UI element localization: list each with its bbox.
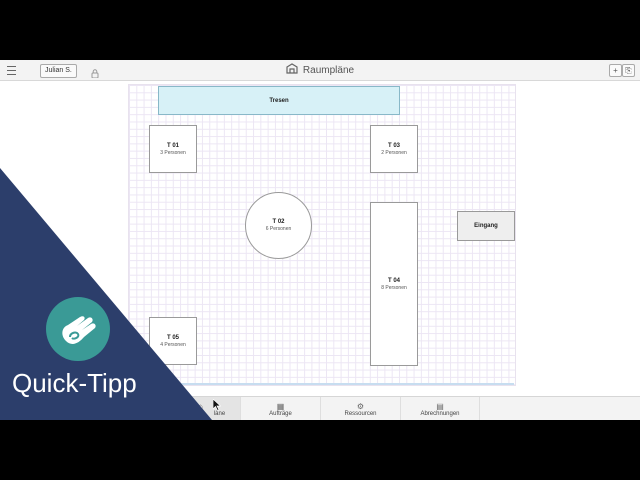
table-t04[interactable]: T 04 8 Personen [370, 202, 418, 366]
table-capacity: 6 Personen [265, 226, 292, 232]
table-capacity: 4 Personen [160, 341, 186, 348]
table-t05[interactable]: T 05 4 Personen [149, 317, 197, 365]
tab-raumplaene[interactable]: ⌂ läne [160, 397, 240, 420]
tab-label: Ressourcen [344, 410, 377, 417]
table-id: T 02 [272, 219, 285, 225]
tab-auftraege[interactable]: ▦ Aufträge [240, 397, 320, 420]
table-id: T 04 [387, 277, 400, 284]
tab-ressourcen[interactable]: ⚙ Ressourcen [320, 397, 400, 420]
tab-label: Abrechnungen [420, 410, 460, 417]
brand-logo-icon [46, 297, 110, 361]
tab-abrechnungen[interactable]: ▤ Abrechnungen [400, 397, 480, 420]
table-id: T 05 [166, 334, 179, 341]
bottom-tab-bar: ⌂ läne ▦ Aufträge ⚙ Ressourcen ▤ Abrechn… [0, 396, 640, 420]
mouse-cursor-icon [213, 399, 221, 411]
orders-icon: ▦ [276, 401, 285, 411]
entrance-eingang[interactable]: Eingang [457, 211, 515, 241]
floorplan-icon: ⌂ [198, 401, 203, 411]
canvas-border [128, 383, 514, 385]
top-bar: Julian S. Raumpläne + ⎘ [0, 60, 640, 81]
add-button[interactable]: + [609, 64, 622, 77]
table-capacity: 3 Personen [160, 149, 186, 156]
table-id: T 03 [387, 142, 400, 149]
invoice-icon: ▤ [436, 401, 444, 411]
table-capacity: 2 Personen [381, 149, 407, 156]
counter-tresen[interactable]: Tresen [158, 86, 400, 115]
floorplan-icon [286, 61, 298, 79]
table-t03[interactable]: T 03 2 Personen [370, 125, 418, 173]
banner-text: Quick-Tipp [12, 368, 137, 398]
app-window: Julian S. Raumpläne + ⎘ Tresen T 01 3 Pe… [0, 60, 640, 420]
page-title: Raumpläne [302, 64, 355, 76]
table-t01[interactable]: T 01 3 Personen [149, 125, 197, 173]
window-title: Raumpläne [0, 60, 640, 80]
export-button[interactable]: ⎘ [622, 64, 635, 77]
table-capacity: 8 Personen [381, 284, 407, 291]
tab-label: Aufträge [269, 410, 292, 417]
resources-icon: ⚙ [356, 401, 365, 411]
tab-label: läne [213, 410, 226, 417]
table-t02[interactable]: T 02 6 Personen [245, 192, 312, 259]
table-id: T 01 [166, 142, 179, 149]
